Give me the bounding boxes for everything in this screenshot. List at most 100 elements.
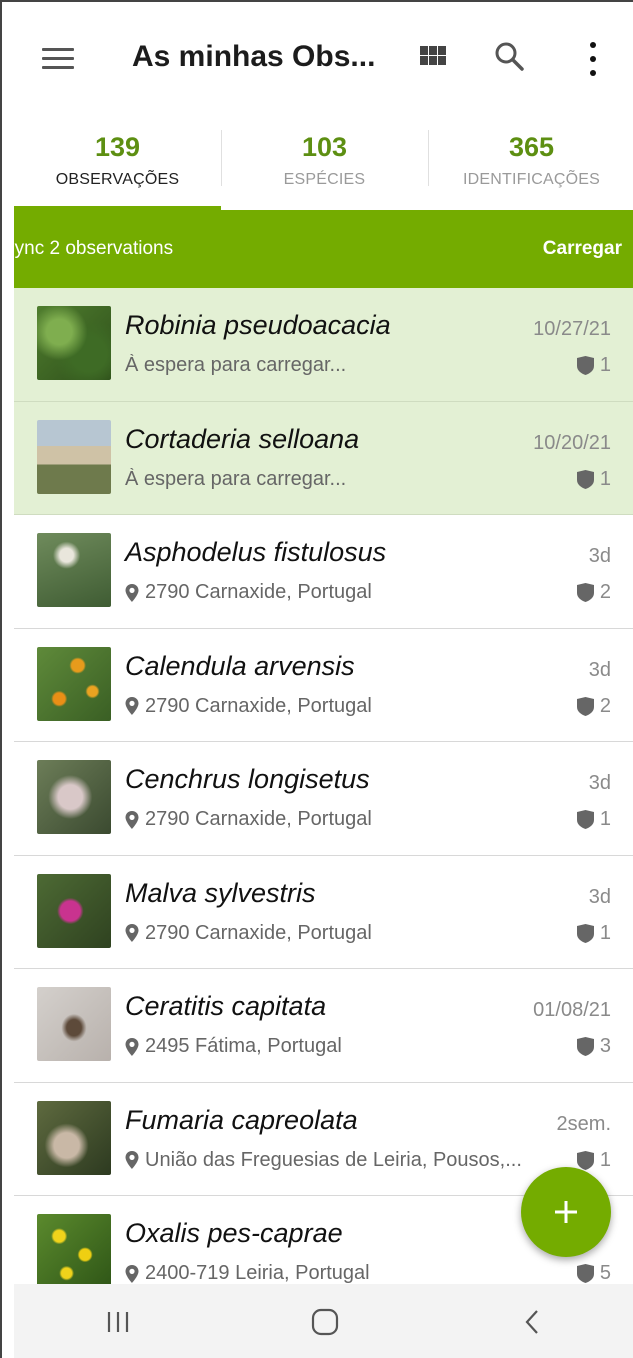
grid-view-icon[interactable] xyxy=(420,46,446,66)
identification-icon xyxy=(576,356,594,375)
tab-label: IDENTIFICAÇÕES xyxy=(462,171,601,188)
location-pin-icon xyxy=(125,810,139,829)
identification-count: 1 xyxy=(576,354,611,377)
location-pin-icon xyxy=(125,1151,139,1169)
location-pin-icon xyxy=(125,697,139,715)
sync-banner: Sync 2 observations Carregar xyxy=(2,210,633,288)
identification-icon xyxy=(576,1264,594,1283)
observation-thumbnail xyxy=(37,419,111,494)
observation-row[interactable]: Malva sylvestris 2790 Carnaxide, Portugal… xyxy=(14,855,633,969)
identification-count-value: 1 xyxy=(599,921,611,944)
identification-count-value: 2 xyxy=(599,694,611,717)
subtitle-text: 2790 Carnaxide, Portugal xyxy=(145,694,372,717)
observation-thumbnail xyxy=(37,306,111,380)
observation-date: 3d xyxy=(588,545,611,567)
observation-date: 3d xyxy=(588,772,611,794)
observation-thumbnail xyxy=(37,873,111,948)
system-nav-bar xyxy=(14,1284,633,1358)
subtitle-text: À espera para carregar... xyxy=(125,467,347,490)
tab-observations[interactable]: 139 OBSERVAÇÕES xyxy=(14,122,221,210)
observation-subtitle: União das Freguesias de Leiria, Pousos,.… xyxy=(125,1149,522,1172)
observation-date: 3d xyxy=(588,885,611,908)
identification-count-value: 2 xyxy=(599,581,611,603)
stats-tabs: 139 OBSERVAÇÕES 103 ESPÉCIES 365 IDENTIF… xyxy=(14,122,633,210)
observation-subtitle: 2790 Carnaxide, Portugal xyxy=(125,922,372,945)
identification-count-value: 1 xyxy=(599,354,611,376)
identification-icon xyxy=(576,923,594,943)
identification-count-value: 1 xyxy=(599,808,611,830)
identification-count: 1 xyxy=(576,467,611,491)
identification-count: 1 xyxy=(576,921,611,945)
observation-subtitle: À espera para carregar... xyxy=(125,468,346,491)
search-icon[interactable] xyxy=(492,39,528,75)
observation-row[interactable]: Asphodelus fistulosus 2790 Carnaxide, Por… xyxy=(14,515,633,629)
identification-count: 1 xyxy=(576,808,611,831)
identification-count: 2 xyxy=(576,694,611,718)
app-bar: As minhas Obs... xyxy=(14,24,633,94)
observation-row[interactable]: Ceratitis capitata 2495 Fátima, Portugal 0… xyxy=(14,969,633,1083)
observation-row[interactable]: Robinia pseudoacacia À espera para carreg… xyxy=(14,288,633,402)
subtitle-text: 2495 Fátima, Portugal xyxy=(145,1035,342,1057)
observation-row[interactable]: Cortaderia selloana À espera para carrega… xyxy=(14,401,633,515)
observation-subtitle: 2495 Fátima, Portugal xyxy=(125,1035,342,1058)
tab-count: 139 xyxy=(94,132,141,162)
app-frame: As minhas Obs... 139 OBSERVAÇÕES 103 ESP… xyxy=(0,0,633,1358)
species-name: Ceratitis capitata xyxy=(125,991,327,1021)
location-pin-icon xyxy=(125,924,139,942)
identification-count-value: 3 xyxy=(599,1035,611,1057)
add-observation-button[interactable] xyxy=(521,1167,611,1257)
tab-label: OBSERVAÇÕES xyxy=(55,171,180,188)
observation-subtitle: 2400-719 Leiria, Portugal xyxy=(125,1262,370,1284)
tab-identifications[interactable]: 365 IDENTIFICAÇÕES xyxy=(428,122,633,210)
species-name: Cortaderia selloana xyxy=(125,423,360,454)
home-icon[interactable] xyxy=(295,1302,355,1342)
identification-icon xyxy=(576,1037,594,1056)
observation-thumbnail xyxy=(37,1100,111,1175)
subtitle-text: 2790 Carnaxide, Portugal xyxy=(145,921,372,944)
observation-row[interactable]: Cenchrus longisetus 2790 Carnaxide, Portu… xyxy=(14,742,633,856)
subtitle-text: 2790 Carnaxide, Portugal xyxy=(145,581,372,603)
observation-row[interactable]: Calendula arvensis 2790 Carnaxide, Portug… xyxy=(14,628,633,742)
tab-count: 365 xyxy=(508,132,555,162)
observation-date: 2sem. xyxy=(556,1112,611,1135)
plus-icon xyxy=(555,1201,577,1223)
recent-apps-icon[interactable] xyxy=(88,1302,148,1342)
subtitle-text: 2400-719 Leiria, Portugal xyxy=(145,1262,370,1284)
tab-species[interactable]: 103 ESPÉCIES xyxy=(221,122,428,210)
observation-subtitle: 2790 Carnaxide, Portugal xyxy=(125,581,372,604)
identification-count: 5 xyxy=(576,1262,611,1284)
page-title: As minhas Obs... xyxy=(132,40,376,73)
species-name: Cenchrus longisetus xyxy=(125,764,370,794)
observation-date: 3d xyxy=(588,658,611,681)
location-pin-icon xyxy=(125,1037,139,1056)
observation-thumbnail xyxy=(37,760,111,834)
observation-date: 01/08/21 xyxy=(533,999,611,1021)
identification-count: 3 xyxy=(576,1035,611,1058)
observation-subtitle: À espera para carregar... xyxy=(125,354,346,377)
tab-divider xyxy=(221,130,222,186)
species-name: Malva sylvestris xyxy=(125,877,316,908)
menu-icon[interactable] xyxy=(42,48,74,70)
observation-date: 10/27/21 xyxy=(533,318,611,340)
observation-list: Robinia pseudoacacia À espera para carreg… xyxy=(14,288,633,1284)
back-icon[interactable] xyxy=(502,1302,562,1342)
tab-label: ESPÉCIES xyxy=(283,171,366,188)
more-vert-icon[interactable] xyxy=(588,42,598,76)
species-name: Robinia pseudoacacia xyxy=(125,310,391,340)
species-name: Oxalis pes-caprae xyxy=(125,1218,343,1248)
identification-count: 1 xyxy=(576,1149,611,1172)
observation-thumbnail xyxy=(37,1214,111,1284)
identification-icon xyxy=(576,810,594,829)
observation-date: 10/20/21 xyxy=(533,431,611,454)
observation-thumbnail xyxy=(37,646,111,721)
upload-button[interactable]: Carregar xyxy=(543,238,622,260)
observation-subtitle: 2790 Carnaxide, Portugal xyxy=(125,695,372,718)
observation-thumbnail xyxy=(37,533,111,607)
sync-status-text: Sync 2 observations xyxy=(2,238,174,259)
identification-count-value: 1 xyxy=(599,467,611,490)
identification-count: 2 xyxy=(576,581,611,604)
identification-icon xyxy=(576,469,594,489)
subtitle-text: 2790 Carnaxide, Portugal xyxy=(145,808,372,830)
observation-thumbnail xyxy=(37,987,111,1061)
species-name: Asphodelus fistulosus xyxy=(125,537,387,567)
